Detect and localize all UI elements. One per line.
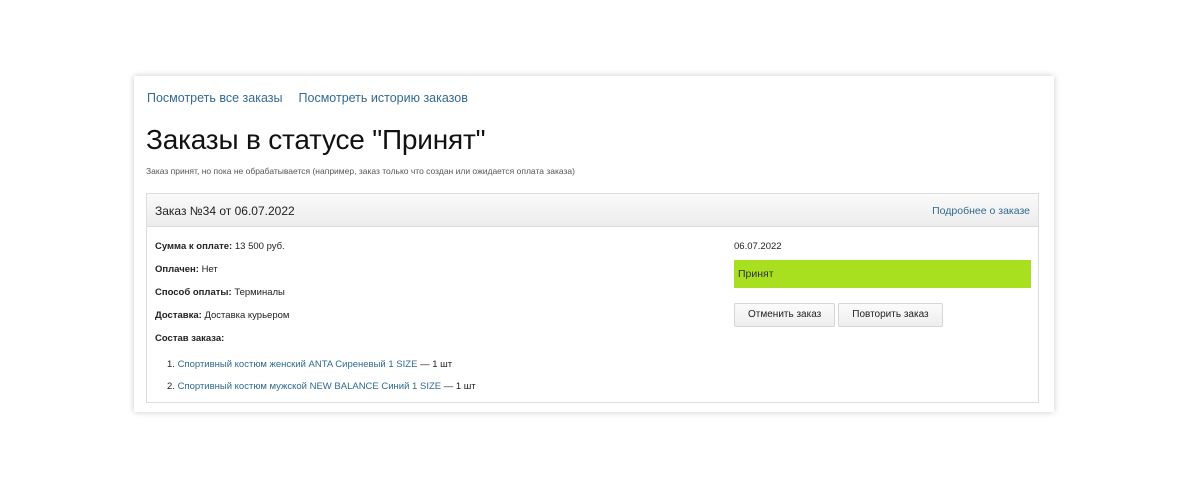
order-header: Заказ №34 от 06.07.2022 Подробнее о зака… <box>147 194 1038 227</box>
repeat-order-button[interactable]: Повторить заказ <box>838 303 943 327</box>
orders-history-link[interactable]: Посмотреть историю заказов <box>299 91 468 105</box>
field-amount: Сумма к оплате: 13 500 руб. <box>155 241 289 264</box>
field-paid: Оплачен: Нет <box>155 264 289 287</box>
field-delivery: Доставка: Доставка курьером <box>155 310 289 333</box>
order-info: Сумма к оплате: 13 500 руб. Оплачен: Нет… <box>155 241 289 356</box>
field-value: Нет <box>201 264 218 275</box>
list-item: 2. Спортивный костюм мужской NEW BALANCE… <box>167 381 476 403</box>
status-badge: Принят <box>734 260 1031 288</box>
order-actions: Отменить заказ Повторить заказ <box>734 303 1031 327</box>
field-value: Доставка курьером <box>204 310 290 321</box>
field-label: Способ оплаты: <box>155 287 232 298</box>
item-link[interactable]: Спортивный костюм женский ANTA Сиреневый… <box>178 359 418 370</box>
top-nav: Посмотреть все заказы Посмотреть историю … <box>147 91 484 105</box>
item-number: 1. <box>167 359 175 370</box>
all-orders-link[interactable]: Посмотреть все заказы <box>147 91 283 105</box>
page-subtitle: Заказ принят, но пока не обрабатывается … <box>146 166 575 176</box>
field-value: Терминалы <box>234 287 285 298</box>
item-number: 2. <box>167 381 175 392</box>
order-date: 06.07.2022 <box>734 241 782 252</box>
field-payment-method: Способ оплаты: Терминалы <box>155 287 289 310</box>
field-label: Состав заказа: <box>155 333 225 344</box>
cancel-order-button[interactable]: Отменить заказ <box>734 303 836 327</box>
field-composition: Состав заказа: <box>155 333 289 356</box>
field-value: 13 500 руб. <box>234 241 285 252</box>
order-title: Заказ №34 от 06.07.2022 <box>155 204 295 218</box>
page-title: Заказы в статусе "Принят" <box>146 124 486 155</box>
order-panel: Заказ №34 от 06.07.2022 Подробнее о зака… <box>146 193 1039 403</box>
order-details-link[interactable]: Подробнее о заказе <box>932 205 1030 217</box>
orders-card: Посмотреть все заказы Посмотреть историю … <box>134 76 1054 412</box>
item-link[interactable]: Спортивный костюм мужской NEW BALANCE Си… <box>178 381 442 392</box>
field-label: Оплачен: <box>155 264 199 275</box>
item-qty: — 1 шт <box>420 359 453 370</box>
field-label: Доставка: <box>155 310 202 321</box>
field-label: Сумма к оплате: <box>155 241 233 252</box>
order-status-panel: 06.07.2022 Принят Отменить заказ Повторит… <box>734 241 1031 327</box>
list-item: 1. Спортивный костюм женский ANTA Сирене… <box>167 359 476 381</box>
order-items-list: 1. Спортивный костюм женский ANTA Сирене… <box>167 359 476 403</box>
item-qty: — 1 шт <box>443 381 476 392</box>
